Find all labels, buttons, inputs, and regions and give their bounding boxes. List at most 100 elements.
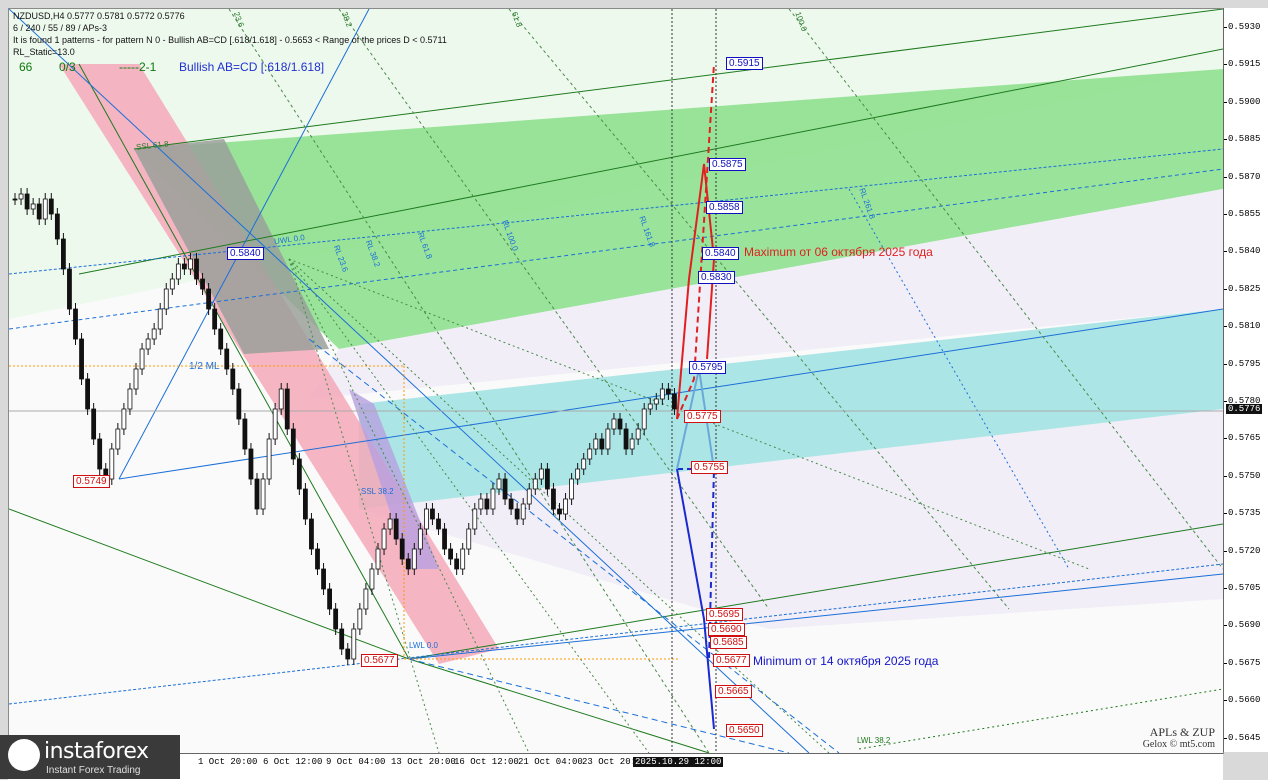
price-tick-mark (1224, 64, 1227, 66)
blue-dash-fan (408, 658, 790, 753)
price-tick-mark (1224, 700, 1227, 702)
price-tick-label: 0.5645 (1228, 732, 1261, 743)
candle-body (641, 408, 647, 430)
maximum-note: Maximum от 06 октября 2025 года (744, 245, 933, 259)
label-ml: 1/2 ML (189, 361, 220, 372)
price-tick-label: 0.5660 (1228, 695, 1261, 706)
candle-body (587, 448, 593, 460)
candle-body (508, 498, 514, 510)
candle-body (472, 508, 478, 530)
candle-body (302, 488, 308, 520)
static-info: RL_Static=13.0 (13, 47, 75, 57)
candle-body (151, 328, 157, 340)
price-tick-mark (1224, 251, 1227, 253)
symbol-info: NZDUSD,H4 0.5777 0.5781 0.5772 0.5776 (13, 11, 185, 21)
price-chart[interactable]: NZDUSD,H4 0.5777 0.5781 0.5772 0.5776 6 … (8, 8, 1224, 754)
price-tick-label: 0.5900 (1228, 96, 1261, 107)
candle-body (484, 498, 490, 510)
candle-body (496, 478, 502, 490)
candle-body (514, 508, 520, 520)
label-lwl00: LWL 0.0 (409, 641, 438, 650)
candle-body (617, 418, 623, 430)
candle-body (563, 498, 568, 515)
candle-body (369, 568, 375, 590)
pattern-info: It is found 1 patterns - for pattern N 0… (13, 35, 447, 45)
time-tick-label: 6 Oct 12:00 (263, 757, 323, 767)
level-0.5840-left[interactable]: 0.5840 (227, 247, 264, 260)
time-axis[interactable]: 1 Oct 20:00 6 Oct 12:00 9 Oct 04:00 13 Oct … (8, 753, 1223, 780)
blue-dashed-bottom (9, 563, 1223, 705)
candle-body (290, 428, 296, 460)
candle-body (163, 288, 169, 310)
level-0.5695[interactable]: 0.5695 (706, 608, 743, 621)
candle-body (672, 393, 677, 410)
candle-body (67, 268, 72, 310)
candle-body (157, 308, 163, 330)
price-tick-mark (1224, 513, 1227, 515)
candle-body (230, 368, 236, 390)
price-axis[interactable]: 0.5930 0.5915 0.5900 0.5885 0.5870 0.5855 0.58… (1223, 8, 1268, 752)
candle-body (351, 628, 357, 660)
candle-body (212, 308, 218, 330)
candle-body (575, 468, 581, 480)
candle-body (266, 438, 272, 480)
candle-body (490, 488, 496, 510)
level-0.5685[interactable]: 0.5685 (710, 636, 747, 649)
candle-body (242, 418, 248, 450)
level-0.5858[interactable]: 0.5858 (706, 201, 743, 214)
price-tick-label: 0.5825 (1228, 283, 1261, 294)
price-tick-mark (1224, 588, 1227, 589)
candle-body (520, 503, 526, 520)
candle-body (36, 203, 42, 220)
level-0.5775[interactable]: 0.5775 (684, 410, 721, 423)
candle-body (218, 328, 224, 350)
time-tick-label: 13 Oct 20:00 (391, 757, 456, 767)
candle-body (260, 478, 266, 510)
candle-body (181, 263, 187, 270)
candle-body (581, 458, 587, 470)
candle-body (327, 588, 333, 610)
candle-body (569, 478, 574, 500)
level-0.5795[interactable]: 0.5795 (689, 361, 726, 374)
chart-canvas[interactable] (9, 9, 1223, 753)
candle-body (375, 548, 381, 570)
pattern-name: Bullish AB=CD [.618/1.618] (179, 60, 325, 74)
level-0.5875[interactable]: 0.5875 (709, 158, 746, 171)
signature-sub: Gelox © mt5.com (1142, 739, 1215, 750)
level-0.5677-right[interactable]: 0.5677 (713, 654, 750, 667)
candle-body (109, 448, 115, 480)
level-0.5665[interactable]: 0.5665 (715, 685, 752, 698)
minimum-note: Minimum от 14 октября 2025 года (753, 654, 939, 668)
terminal-window: NZDUSD,H4 0.5777 0.5781 0.5772 0.5776 6 … (0, 0, 1268, 780)
candle-body (206, 288, 212, 310)
level-0.5915[interactable]: 0.5915 (726, 57, 763, 70)
candle-body (659, 388, 665, 400)
candle-body (18, 193, 24, 200)
price-tick-label: 0.5690 (1228, 620, 1261, 631)
price-tick-label: 0.5915 (1228, 59, 1261, 70)
time-tick-label: 16 Oct 12:00 (454, 757, 519, 767)
level-0.5677-left[interactable]: 0.5677 (361, 654, 398, 667)
level-0.5755[interactable]: 0.5755 (691, 461, 728, 474)
price-tick-mark (1224, 737, 1227, 739)
candle-body (194, 258, 199, 280)
params-info: 6 / 240 / 55 / 89 / APs-3 (13, 23, 108, 33)
price-tick-mark (1224, 401, 1227, 402)
candle-body (363, 588, 369, 610)
logo-mark-icon (8, 739, 40, 771)
level-0.5840-right[interactable]: 0.5840 (702, 247, 739, 260)
candle-body (593, 438, 599, 450)
level-0.5690[interactable]: 0.5690 (708, 623, 745, 636)
candle-body (339, 628, 345, 650)
candle-body (85, 378, 90, 410)
level-0.5830[interactable]: 0.5830 (698, 271, 735, 284)
level-0.5749[interactable]: 0.5749 (73, 475, 110, 488)
level-0.5650[interactable]: 0.5650 (726, 724, 763, 737)
price-tick-mark (1224, 662, 1227, 664)
price-tick-mark (1224, 214, 1227, 215)
candle-body (551, 488, 556, 510)
candle-body (224, 348, 230, 370)
label-lwl382: LWL 38.2 (857, 736, 891, 745)
candle-body (115, 428, 121, 450)
candle-body (54, 213, 60, 240)
